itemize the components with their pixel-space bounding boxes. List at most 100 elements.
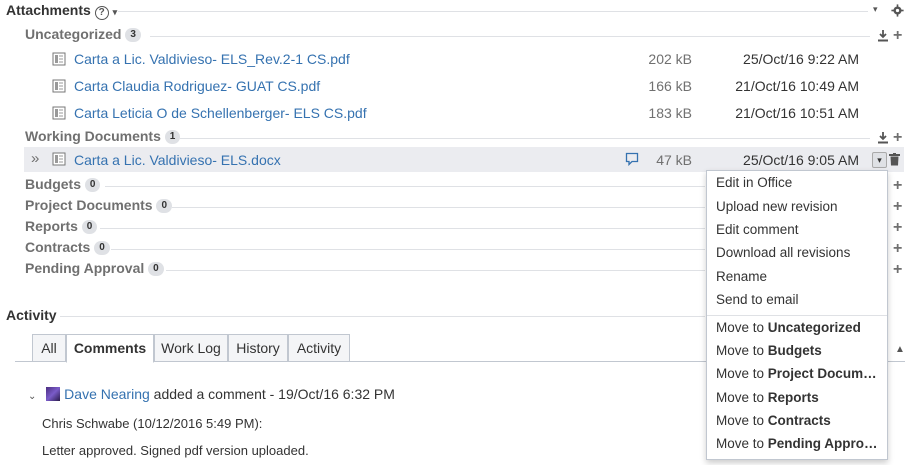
divider [118,11,868,12]
attachments-title-text: Attachments [6,2,91,18]
expand-icon[interactable]: » [31,150,39,167]
attachment-row: Carta Leticia O de Schellenberger- ELS C… [52,104,872,124]
category-header-contracts[interactable]: Contracts 0 [25,239,110,256]
attachment-link[interactable]: Carta Claudia Rodriguez- GUAT CS.pdf [74,78,320,94]
pdf-file-icon [52,52,66,66]
add-icon[interactable]: + [893,199,902,215]
file-size: 47 kB [656,152,692,168]
chevron-down-icon[interactable]: ▾ [113,7,118,17]
count-badge: 0 [156,199,173,214]
menu-item-move-to-pending-approval[interactable]: Move to Pending Appro… [716,436,881,451]
move-target: Reports [767,390,819,405]
category-header-uncategorized[interactable]: Uncategorized 3 [25,26,141,43]
category-header-pending-approval[interactable]: Pending Approval 0 [25,260,164,277]
move-prefix: Move to [716,436,765,451]
comment-body-line: Chris Schwabe (10/12/2016 5:49 PM): [42,416,263,431]
move-prefix: Move to [716,320,765,335]
menu-item-download-all-revisions[interactable]: Download all revisions [716,245,881,260]
activity-title: Activity [6,307,57,323]
move-prefix: Move to [716,366,765,381]
tab-comments[interactable]: Comments [66,334,154,363]
gear-icon[interactable] [891,4,904,17]
add-icon[interactable]: + [893,262,902,278]
tab-all[interactable]: All [32,334,66,362]
category-header-project-documents[interactable]: Project Documents 0 [25,197,173,214]
menu-item-move-to-budgets[interactable]: Move to Budgets [716,343,881,358]
add-icon[interactable]: + [893,28,902,44]
tab-history[interactable]: History [228,334,288,362]
download-icon[interactable] [877,29,889,42]
attachment-row: Carta a Lic. Valdivieso- ELS_Rev.2-1 CS.… [52,50,872,70]
category-name: Reports [25,218,78,234]
divider [180,138,870,139]
category-header-working-documents[interactable]: Working Documents 1 [25,128,181,145]
chevron-down-icon[interactable]: ▾ [873,4,878,15]
file-size: 202 kB [648,51,692,67]
count-badge: 0 [81,220,98,235]
divider [172,207,705,208]
menu-item-move-to-contracts[interactable]: Move to Contracts [716,413,881,428]
row-actions-dropdown-button[interactable]: ▾ [872,152,887,168]
move-target: Project Docum… [767,366,877,381]
menu-item-rename[interactable]: Rename [716,269,881,284]
attachment-link[interactable]: Carta a Lic. Valdivieso- ELS_Rev.2-1 CS.… [74,51,350,67]
divider [150,36,870,37]
file-date: 21/Oct/16 10:51 AM [735,105,859,121]
comment-header: ⌄ Dave Nearing added a comment - 19/Oct/… [28,386,708,402]
attachment-link[interactable]: Carta a Lic. Valdivieso- ELS.docx [74,152,281,168]
menu-item-edit-comment[interactable]: Edit comment [716,222,881,237]
tab-activity[interactable]: Activity [288,334,350,362]
comment-meta: added a comment - 19/Oct/16 6:32 PM [153,386,395,402]
attachment-row: Carta Claudia Rodriguez- GUAT CS.pdf 166… [52,77,872,97]
pdf-file-icon [52,106,66,120]
menu-item-move-to-uncategorized[interactable]: Move to Uncategorized [716,320,881,335]
move-prefix: Move to [716,343,765,358]
category-name: Project Documents [25,197,153,213]
divider [105,186,705,187]
pdf-file-icon [52,79,66,93]
file-date: 21/Oct/16 10:49 AM [735,78,859,94]
menu-separator [707,315,887,316]
menu-item-upload-new-revision[interactable]: Upload new revision [716,199,881,214]
divider [111,249,705,250]
scroll-up-icon[interactable]: ▲ [895,344,905,355]
add-icon[interactable]: + [893,220,902,236]
count-badge: 3 [125,28,141,43]
menu-item-edit-in-office[interactable]: Edit in Office [716,175,881,190]
comment-author-link[interactable]: Dave Nearing [64,386,150,402]
category-name: Uncategorized [25,26,122,42]
count-badge: 0 [148,262,164,277]
move-target: Contracts [767,413,831,428]
move-target: Pending Appro… [767,436,878,451]
count-badge: 1 [164,130,181,145]
file-date: 25/Oct/16 9:05 AM [743,152,859,168]
add-icon[interactable]: + [893,178,902,194]
category-name: Budgets [25,176,81,192]
menu-item-send-to-email[interactable]: Send to email [716,292,881,307]
menu-item-move-to-reports[interactable]: Move to Reports [716,390,881,405]
category-header-budgets[interactable]: Budgets 0 [25,176,101,193]
attachment-actions-menu: Edit in Office Upload new revision Edit … [706,170,888,460]
add-icon[interactable]: + [893,130,902,146]
move-prefix: Move to [716,413,765,428]
trash-icon[interactable] [889,153,900,166]
tab-work-log[interactable]: Work Log [154,334,228,362]
category-header-reports[interactable]: Reports 0 [25,218,98,235]
move-target: Budgets [767,343,822,358]
divider [60,316,705,317]
attachment-link[interactable]: Carta Leticia O de Schellenberger- ELS C… [74,105,367,121]
move-target: Uncategorized [767,320,861,335]
collapse-icon[interactable]: ⌄ [28,391,36,402]
add-icon[interactable]: + [893,241,902,257]
file-size: 183 kB [648,105,692,121]
comment-body-line: Letter approved. Signed pdf version uplo… [42,443,309,458]
move-prefix: Move to [716,390,765,405]
download-icon[interactable] [877,131,889,144]
category-name: Pending Approval [25,260,145,276]
avatar [46,387,61,401]
menu-item-move-to-project-documents[interactable]: Move to Project Docum… [716,366,881,381]
attachments-title: Attachments ? ▾ [6,2,117,20]
category-name: Working Documents [25,128,161,144]
count-badge: 0 [84,178,101,193]
help-icon[interactable]: ? [94,6,109,20]
